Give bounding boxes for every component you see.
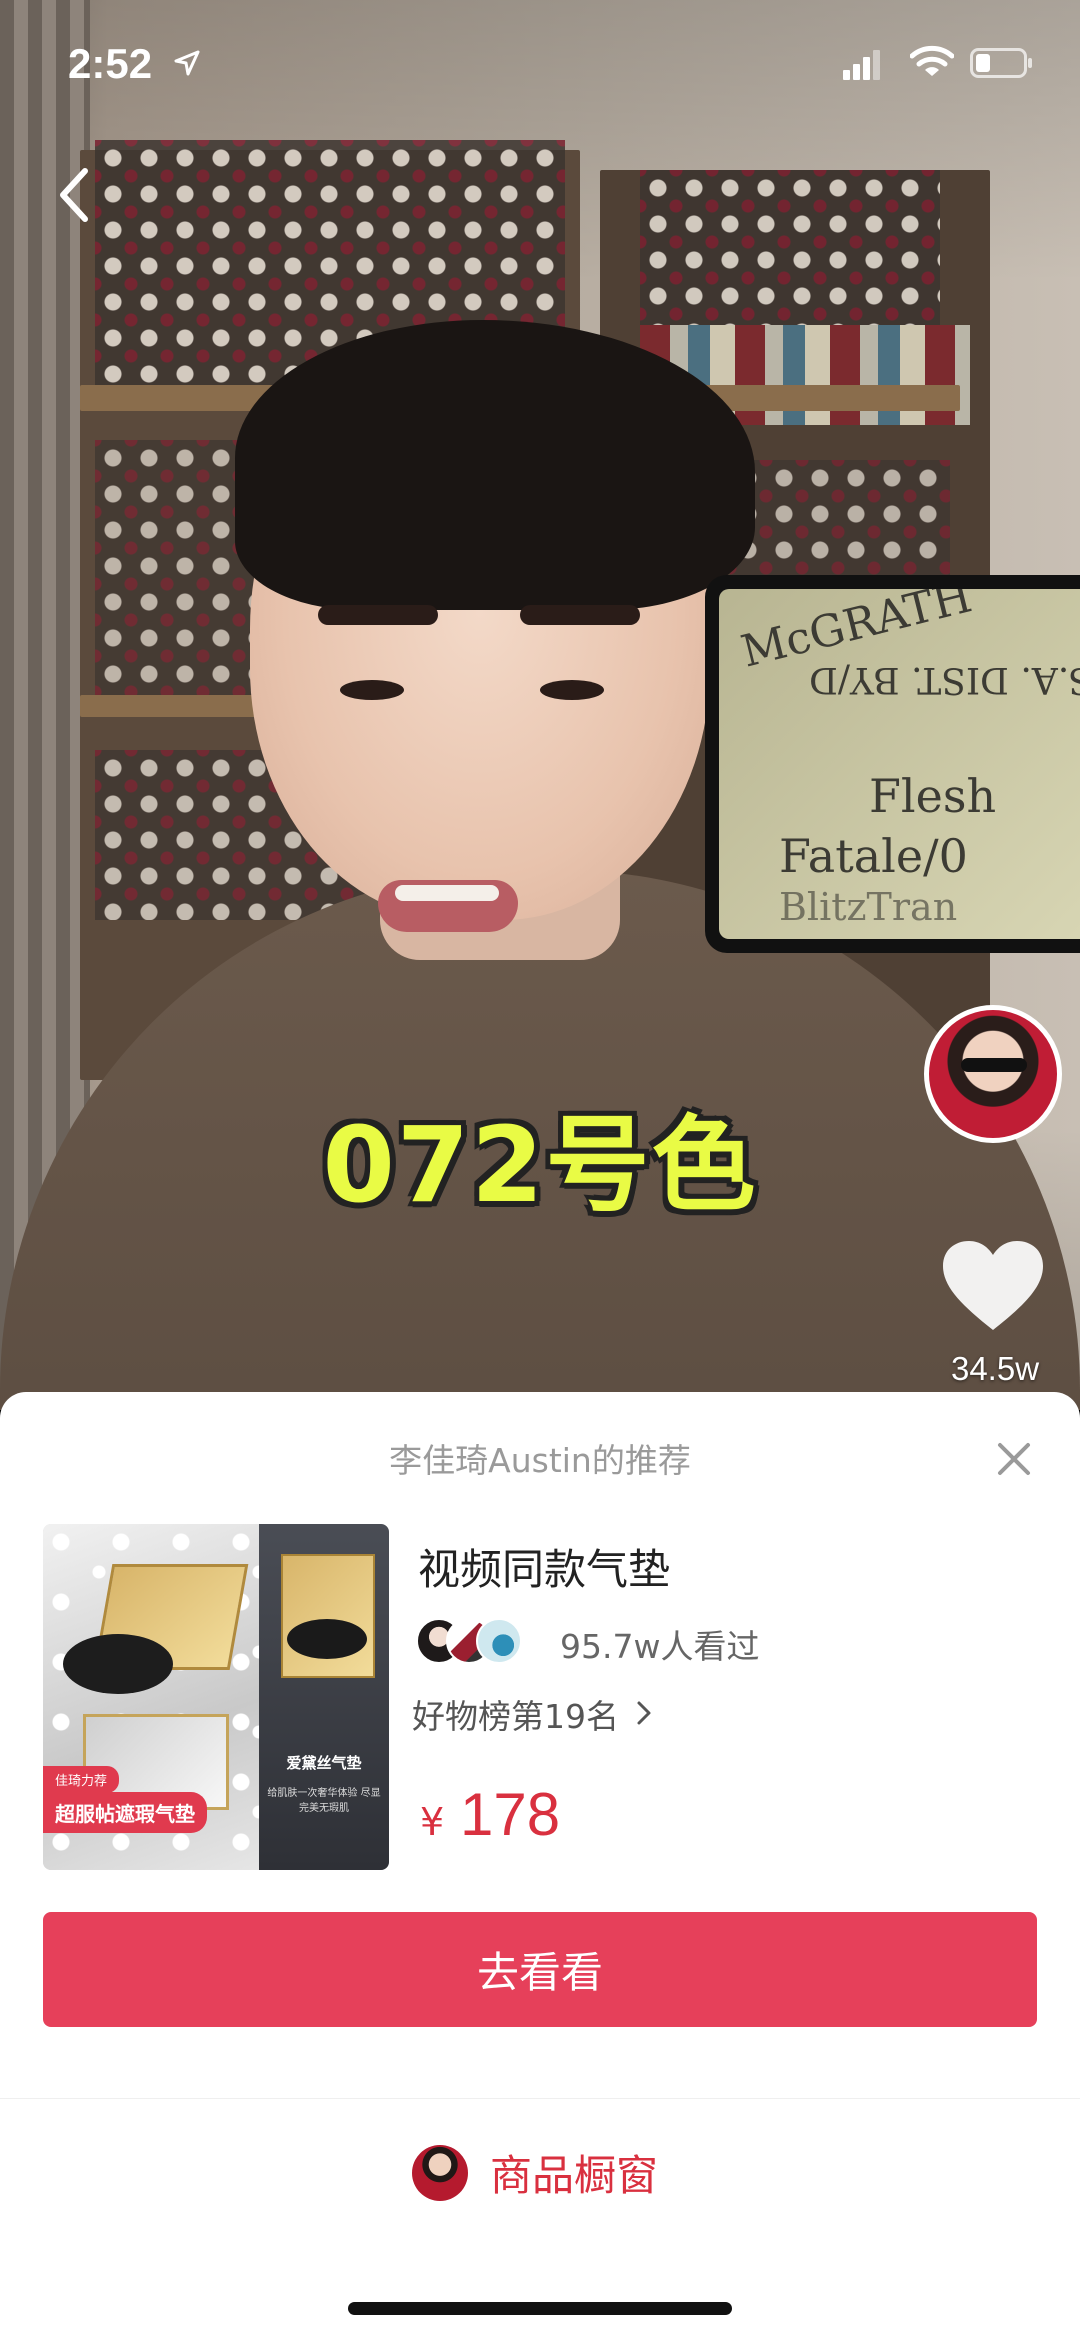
viewer-avatars bbox=[416, 1618, 546, 1666]
divider bbox=[0, 2098, 1080, 2099]
chevron-right-icon[interactable] bbox=[636, 1700, 652, 1726]
product-name[interactable]: 视频同款气垫 bbox=[418, 1536, 670, 1597]
product-image-badge-large: 超服帖遮瑕气垫 bbox=[43, 1792, 207, 1833]
product-showcase-link[interactable]: 商品橱窗 bbox=[490, 2142, 658, 2203]
lipstick-rack bbox=[730, 460, 950, 580]
cushion-puff bbox=[63, 1634, 173, 1694]
location-arrow-icon bbox=[174, 50, 200, 76]
battery-icon bbox=[970, 48, 1032, 78]
product-image-badge-small: 佳琦力荐 bbox=[43, 1766, 120, 1793]
tablet-text: S.A. DIST. BY/D bbox=[809, 659, 1080, 700]
person-eyebrow bbox=[318, 605, 438, 625]
video-player[interactable]: McGRATH S.A. DIST. BY/D Flesh Fatale/0 B… bbox=[0, 0, 1080, 1410]
status-time: 2:52 bbox=[68, 40, 153, 87]
tablet-screen: McGRATH S.A. DIST. BY/D Flesh Fatale/0 B… bbox=[719, 589, 1080, 939]
heart-icon[interactable] bbox=[940, 1238, 1046, 1334]
go-see-button[interactable]: 去看看 bbox=[43, 1912, 1037, 2027]
avatar-sunglasses bbox=[961, 1058, 1027, 1072]
product-image-title: 爱黛丝气垫 bbox=[286, 1754, 362, 1772]
sheet-title: 李佳琦Austin的推荐 bbox=[389, 1441, 691, 1480]
person-eye bbox=[540, 680, 604, 700]
product-image-right: 爱黛丝气垫 给肌肤一次奢华体验 尽显完美无瑕肌 bbox=[259, 1524, 389, 1870]
video-caption: 072号色 bbox=[322, 1104, 758, 1226]
close-icon[interactable] bbox=[995, 1440, 1033, 1478]
tablet-text: BlitzTran bbox=[779, 885, 958, 929]
price-currency: ¥ bbox=[420, 1800, 445, 1844]
person-teeth bbox=[395, 885, 499, 901]
lipstick-rack bbox=[640, 170, 940, 330]
wifi-icon bbox=[910, 45, 954, 76]
showcase-avatar[interactable] bbox=[412, 2145, 468, 2201]
tablet-text: Flesh bbox=[869, 769, 997, 823]
person-eyebrow bbox=[520, 605, 640, 625]
product-image[interactable]: 佳琦力荐 超服帖遮瑕气垫 爱黛丝气垫 给肌肤一次奢华体验 尽显完美无瑕肌 bbox=[43, 1524, 389, 1870]
held-tablet: McGRATH S.A. DIST. BY/D Flesh Fatale/0 B… bbox=[705, 575, 1080, 953]
person-eye bbox=[340, 680, 404, 700]
tablet-text: Fatale/0 bbox=[779, 829, 968, 883]
product-price: 178 bbox=[460, 1781, 561, 1848]
product-image-subtitle: 给肌肤一次奢华体验 尽显完美无瑕肌 bbox=[267, 1788, 381, 1814]
back-chevron-icon[interactable] bbox=[55, 165, 95, 225]
like-count: 34.5w bbox=[950, 1350, 1040, 1387]
signal-icon bbox=[843, 50, 880, 80]
creator-avatar[interactable] bbox=[924, 1005, 1062, 1143]
ranking-link[interactable]: 好物榜第19名 bbox=[412, 1690, 619, 1738]
cushion-compact bbox=[281, 1554, 375, 1678]
viewer-avatar bbox=[476, 1618, 522, 1664]
home-indicator[interactable] bbox=[348, 2302, 732, 2315]
product-image-left: 佳琦力荐 超服帖遮瑕气垫 bbox=[43, 1524, 259, 1870]
cushion-puff bbox=[287, 1619, 367, 1659]
viewer-count: 95.7w人看过 bbox=[560, 1627, 760, 1666]
status-bar: 2:52 bbox=[0, 0, 1080, 130]
